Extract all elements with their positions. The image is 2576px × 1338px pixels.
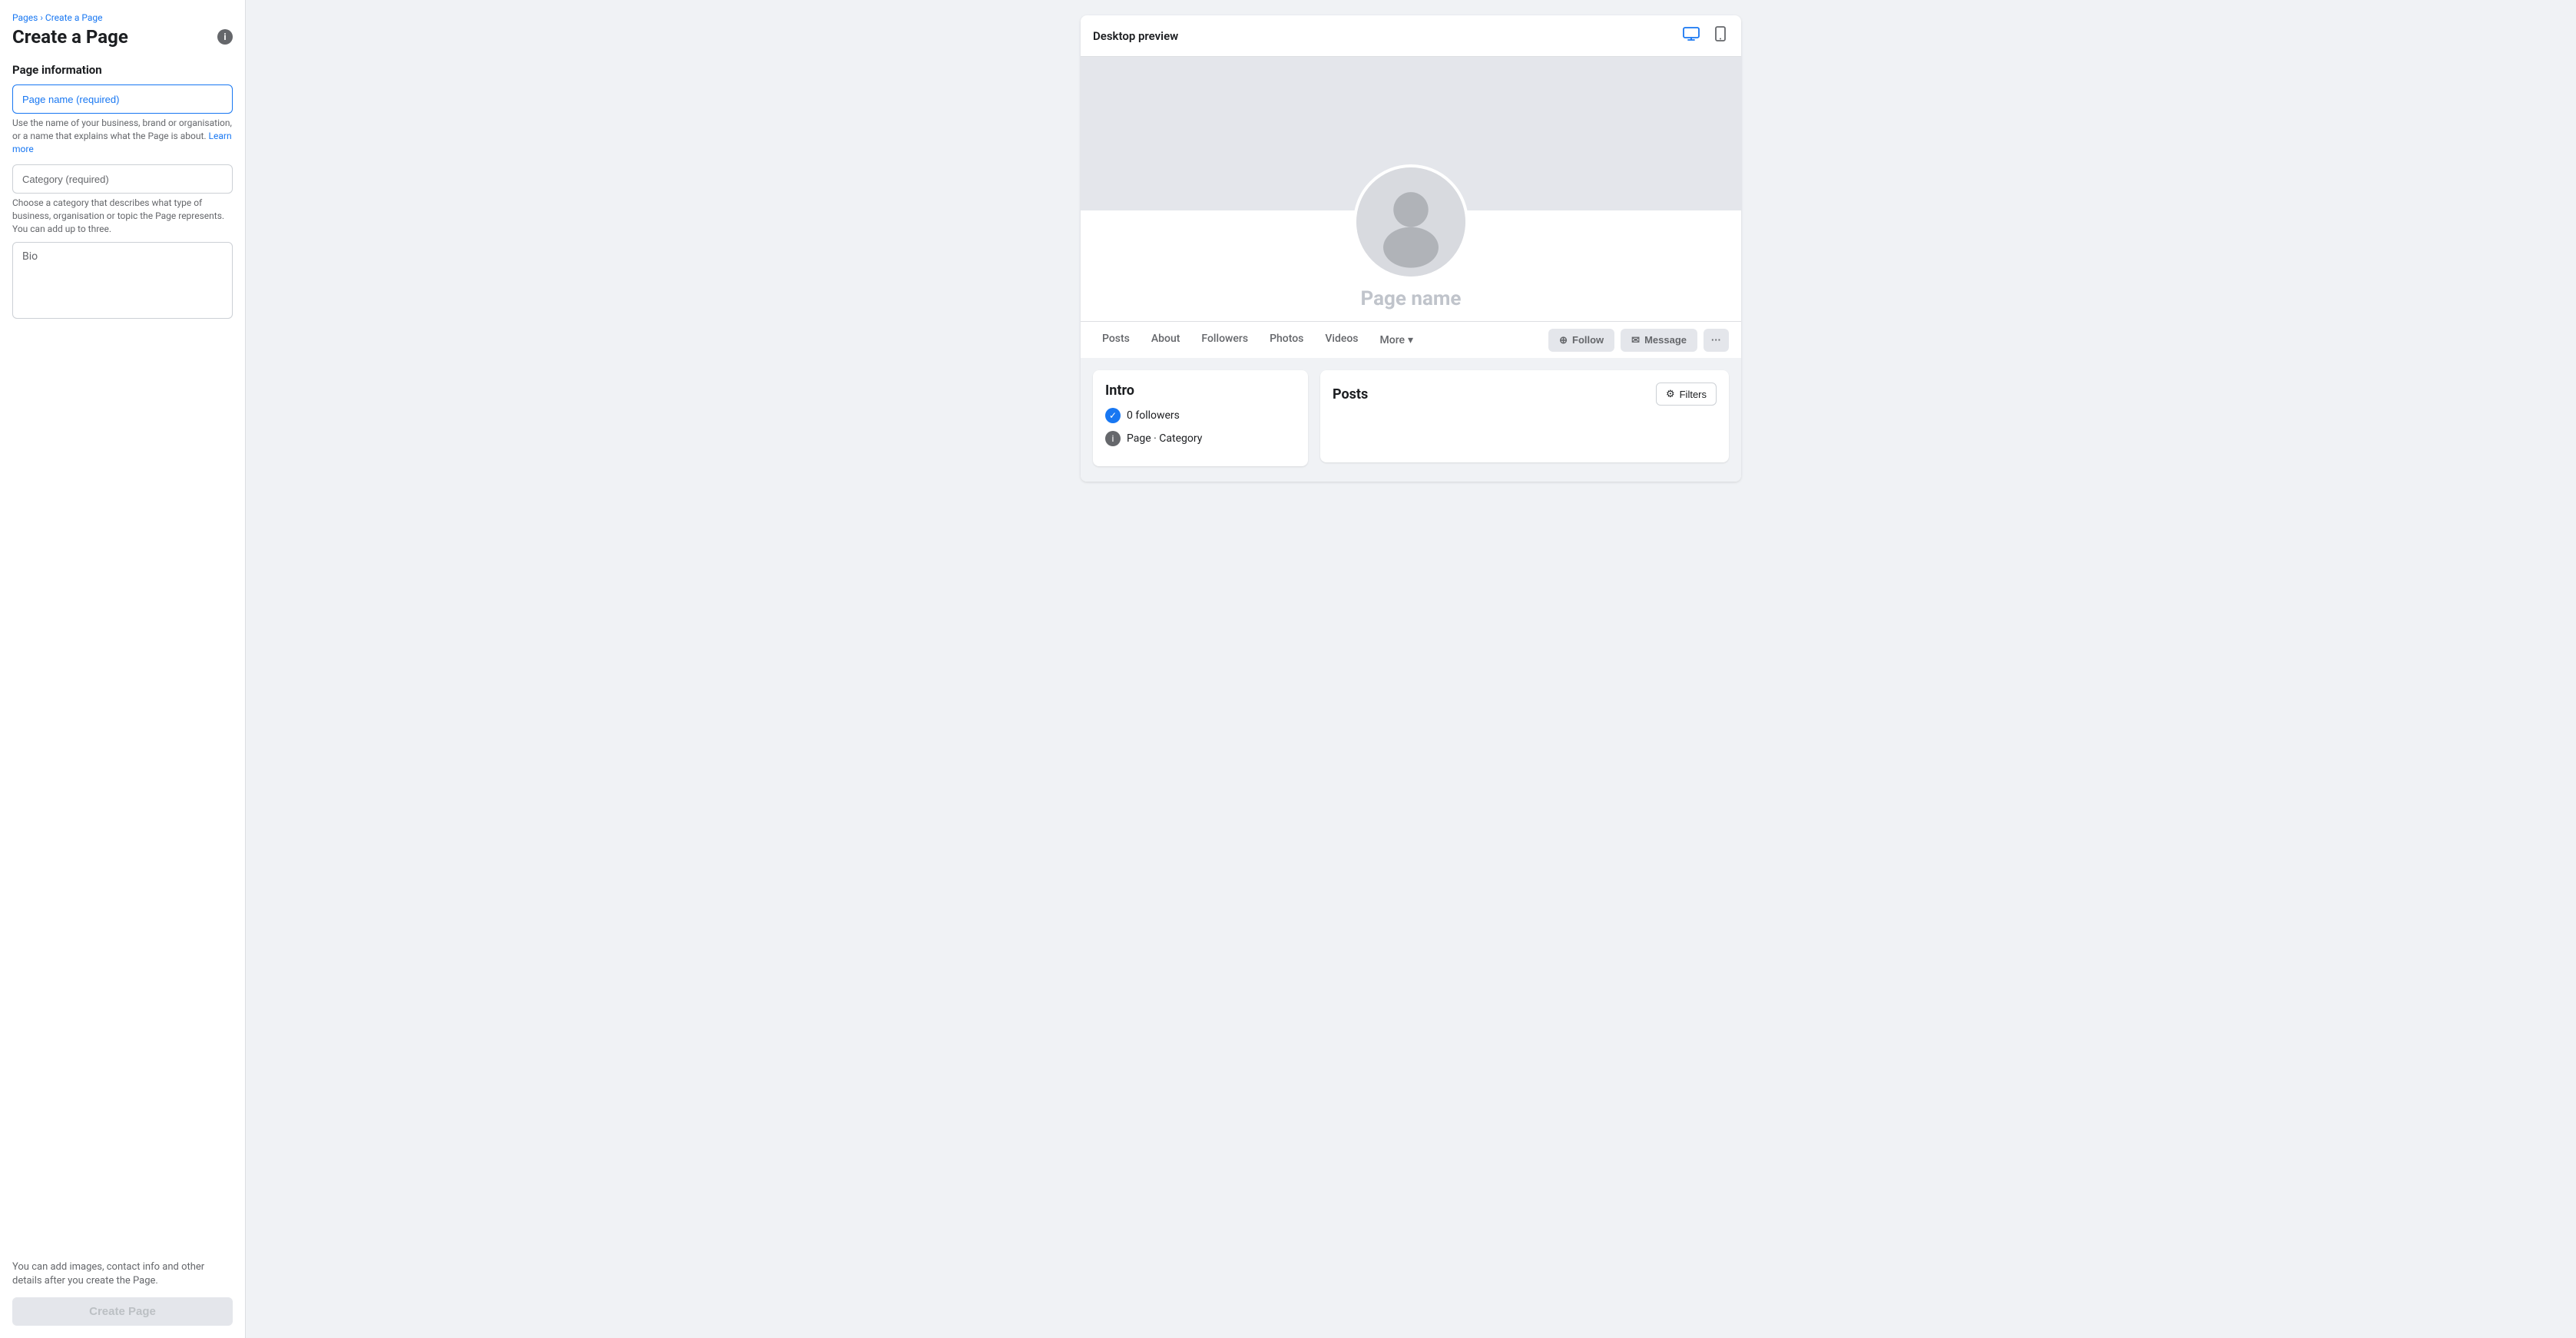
preview-icons	[1680, 25, 1729, 47]
page-category: Page · Category	[1127, 432, 1202, 445]
breadcrumb-parent[interactable]: Pages	[12, 12, 38, 23]
nav-photos[interactable]: Photos	[1260, 325, 1313, 355]
page-preview-content: Page name Posts About Followers Photos V…	[1081, 57, 1741, 482]
preview-title: Desktop preview	[1093, 29, 1178, 43]
page-nav-links: Posts About Followers Photos Videos More…	[1093, 325, 1422, 355]
follow-icon: ⊕	[1559, 334, 1568, 346]
nav-posts[interactable]: Posts	[1093, 325, 1139, 355]
category-helper: Choose a category that describes what ty…	[12, 197, 233, 235]
follow-button[interactable]: ⊕ Follow	[1548, 329, 1614, 352]
nav-videos[interactable]: Videos	[1316, 325, 1367, 355]
breadcrumb-separator: ›	[40, 12, 43, 23]
section-title: Page information	[12, 63, 233, 77]
page-nav-actions: ⊕ Follow ✉ Message ···	[1548, 329, 1729, 352]
breadcrumb: Pages › Create a Page	[12, 12, 233, 23]
filters-icon: ⚙	[1666, 388, 1675, 400]
page-nav: Posts About Followers Photos Videos More…	[1081, 321, 1741, 358]
desktop-preview-button[interactable]	[1680, 25, 1703, 47]
right-panel: Desktop preview	[246, 0, 2576, 1338]
page-name-display: Page name	[1361, 287, 1462, 310]
intro-category-row: i Page · Category	[1105, 431, 1296, 446]
page-name-input[interactable]	[12, 84, 233, 114]
preview-card: Desktop preview	[1081, 15, 1741, 482]
message-button[interactable]: ✉ Message	[1621, 329, 1697, 352]
left-panel: Pages › Create a Page Create a Page i Pa…	[0, 0, 246, 1338]
posts-title: Posts	[1333, 386, 1368, 402]
page-name-helper: Use the name of your business, brand or …	[12, 117, 233, 155]
page-content-area: Intro ✓ 0 followers i Page · Category Po…	[1081, 358, 1741, 466]
message-icon: ✉	[1631, 334, 1640, 346]
category-input[interactable]	[12, 164, 233, 194]
nav-about[interactable]: About	[1142, 325, 1190, 355]
create-page-button[interactable]: Create Page	[12, 1297, 233, 1326]
info-icon[interactable]: i	[217, 29, 233, 45]
followers-count: 0 followers	[1127, 409, 1180, 422]
bio-input[interactable]	[12, 242, 233, 319]
bottom-note: You can add images, contact info and oth…	[12, 1248, 233, 1297]
posts-card: Posts ⚙ Filters	[1320, 370, 1729, 462]
category-info-icon: i	[1105, 431, 1121, 446]
preview-header: Desktop preview	[1081, 15, 1741, 57]
page-title: Create a Page i	[12, 26, 233, 48]
posts-header: Posts ⚙ Filters	[1333, 383, 1717, 406]
avatar	[1353, 164, 1468, 280]
intro-followers-row: ✓ 0 followers	[1105, 408, 1296, 423]
nav-more[interactable]: More ▾	[1371, 325, 1423, 355]
breadcrumb-current: Create a Page	[45, 12, 103, 23]
intro-title: Intro	[1105, 383, 1296, 399]
more-actions-button[interactable]: ···	[1704, 329, 1729, 352]
intro-card: Intro ✓ 0 followers i Page · Category	[1093, 370, 1308, 466]
chevron-down-icon: ▾	[1408, 334, 1413, 346]
followers-check-icon: ✓	[1105, 408, 1121, 423]
mobile-preview-button[interactable]	[1712, 25, 1729, 47]
profile-section: Page name Posts About Followers Photos V…	[1081, 210, 1741, 358]
filters-button[interactable]: ⚙ Filters	[1656, 383, 1717, 406]
nav-followers[interactable]: Followers	[1192, 325, 1257, 355]
